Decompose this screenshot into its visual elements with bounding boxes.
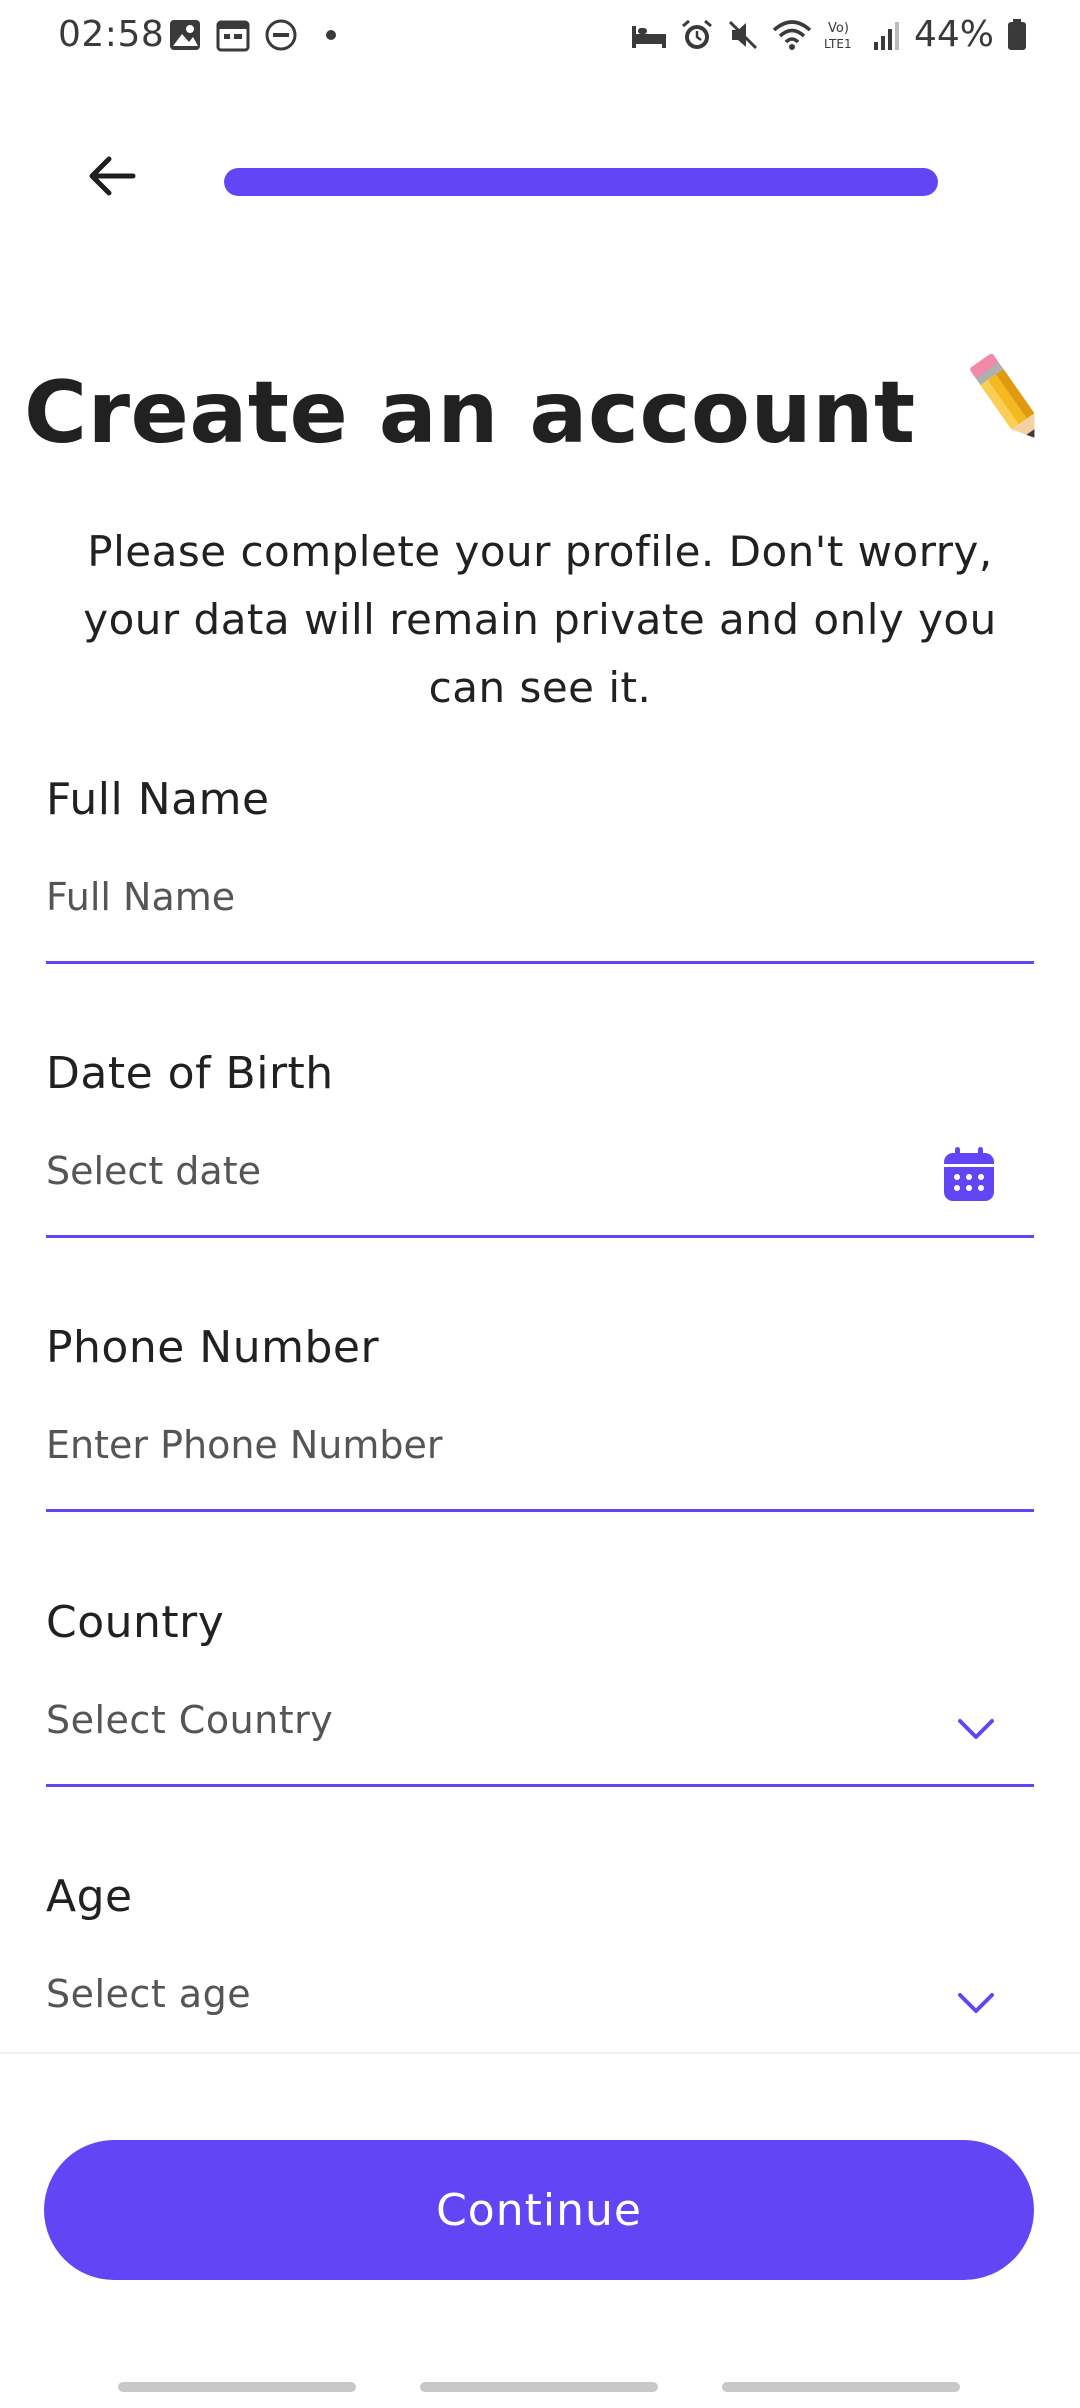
age-label: Age [46, 1871, 133, 1922]
calendar-icon[interactable] [942, 1147, 996, 1212]
pencil-icon [960, 350, 1056, 471]
page-title-text: Create an account [23, 363, 916, 463]
age-select-value: Select age [46, 1972, 252, 2016]
nav-handle-recents[interactable] [118, 2382, 356, 2392]
volte-icon: Vo) LTE1 [824, 18, 860, 52]
battery-icon [1006, 18, 1028, 52]
chevron-down-icon[interactable] [956, 1980, 996, 2024]
status-time: 02:58 [58, 14, 165, 55]
arrow-left-icon [85, 149, 139, 207]
dob-input[interactable] [46, 1149, 926, 1193]
svg-text:Vo): Vo) [828, 21, 849, 36]
back-button[interactable] [82, 148, 142, 208]
status-bar: 02:58 Vo) LTE1 44% [0, 0, 1080, 70]
age-field: Age Select age [46, 1871, 1034, 2061]
svg-text:LTE1: LTE1 [824, 37, 852, 51]
phone-label: Phone Number [46, 1322, 380, 1373]
sleep-mode-icon [630, 18, 668, 52]
country-select-value: Select Country [46, 1698, 334, 1742]
phone-input[interactable] [46, 1423, 926, 1467]
signal-icon [872, 18, 902, 52]
dob-field: Date of Birth [46, 1048, 1034, 1238]
do-not-disturb-icon [264, 18, 298, 52]
notification-dot-icon [326, 30, 336, 40]
full-name-label: Full Name [46, 774, 270, 825]
country-select[interactable]: Select Country [46, 1698, 1034, 1787]
subtitle: Please complete your profile. Don't worr… [83, 527, 997, 712]
continue-button[interactable]: Continue [44, 2140, 1034, 2280]
wifi-icon [772, 18, 812, 52]
full-name-input[interactable] [46, 875, 926, 919]
alarm-icon [680, 18, 714, 52]
calendar-notification-icon [216, 18, 250, 52]
mute-icon [726, 18, 760, 52]
page-title: Create an account [0, 350, 1080, 471]
country-label: Country [46, 1597, 225, 1648]
battery-percent: 44% [913, 14, 994, 55]
full-name-field: Full Name [46, 774, 1034, 964]
nav-handle-home[interactable] [420, 2382, 658, 2392]
age-select[interactable]: Select age [46, 1972, 1034, 2061]
chevron-down-icon[interactable] [956, 1706, 996, 1750]
dob-label: Date of Birth [46, 1048, 334, 1099]
country-field: Country Select Country [46, 1597, 1034, 1787]
phone-field: Phone Number [46, 1322, 1034, 1512]
gallery-icon [168, 18, 202, 52]
nav-handle-back[interactable] [722, 2382, 960, 2392]
progress-bar [224, 168, 938, 196]
progress-fill [224, 168, 938, 196]
